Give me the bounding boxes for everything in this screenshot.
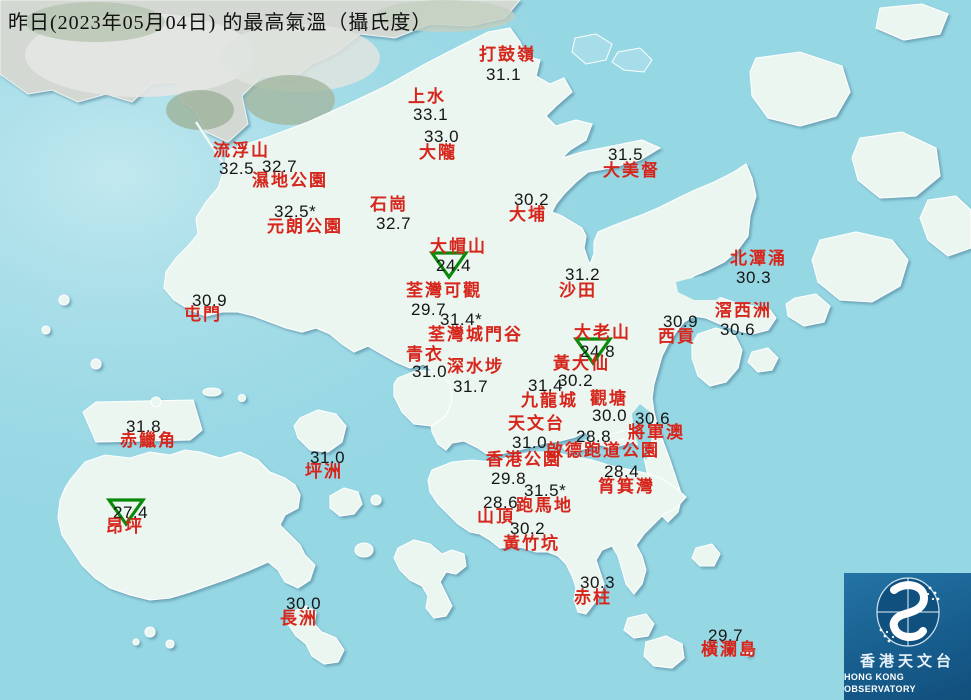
hko-emblem-icon: [875, 577, 940, 647]
station-name-label: 荃灣可觀: [406, 281, 482, 300]
station-value-label: 33.1: [413, 105, 449, 124]
station-name-label: 打鼓嶺: [479, 45, 536, 64]
station-name-label: 大老山: [574, 323, 631, 342]
station-name-label: 北潭涌: [730, 249, 787, 268]
station-value-label: 31.1: [486, 65, 522, 84]
station-value-label: 32.5: [219, 159, 255, 178]
station-name-label: 西貢: [658, 327, 696, 346]
station-value-label: 30.3: [736, 268, 772, 287]
station-name-label: 九龍城: [521, 391, 578, 410]
station-name-label: 香港公園: [486, 450, 562, 469]
station-value-label: 30.2: [558, 371, 594, 390]
station-name-label: 長洲: [280, 609, 318, 628]
station-name-label: 元朗公園: [267, 217, 343, 236]
station-name-label: 將軍澳: [628, 423, 685, 442]
station-name-label: 荃灣城門谷: [428, 325, 523, 344]
station-name-label: 大帽山: [430, 237, 487, 256]
station-name-label: 大美督: [603, 161, 660, 180]
station-value-label: 31.7: [453, 377, 489, 396]
station-value-label: 32.7: [376, 214, 412, 233]
station-name-label: 屯門: [184, 305, 222, 324]
station-name-label: 赤鱲角: [120, 431, 177, 450]
station-name-label: 橫瀾島: [701, 640, 758, 659]
station-name-label: 青衣: [406, 345, 444, 364]
station-name-label: 大隴: [419, 143, 457, 162]
station-name-label: 石崗: [370, 195, 408, 214]
station-name-label: 滘西洲: [715, 301, 772, 320]
station-name-label: 赤柱: [574, 588, 612, 607]
station-name-label: 深水埗: [447, 357, 504, 376]
station-name-label: 上水: [408, 87, 446, 106]
station-name-label: 天文台: [508, 414, 565, 433]
station-name-label: 黃大仙: [553, 354, 610, 373]
weather-map: 昨日(2023年05月04日) 的最高氣溫（攝氏度） 打鼓嶺 31.1 上水 33.1…: [0, 0, 971, 700]
hko-name-english: HONG KONG OBSERVATORY: [844, 672, 916, 694]
station-value-label: 31.0: [412, 362, 448, 381]
station-name-label: 沙田: [559, 281, 597, 300]
station-name-label: 昂坪: [106, 517, 144, 536]
station-labels-layer: 打鼓嶺 31.1 上水 33.1 33.0 大隴 31.5 大美督 流浮山 32.5 32.7 濕地公…: [0, 0, 971, 700]
station-name-label: 觀塘: [590, 389, 628, 408]
station-name-label: 筲箕灣: [598, 477, 655, 496]
station-name-label: 黃竹坑: [503, 534, 560, 553]
station-name-label: 啟德跑道公園: [546, 441, 660, 460]
station-name-label: 大埔: [509, 205, 547, 224]
hko-logo: 香港天文台 HONG KONG OBSERVATORY: [844, 573, 971, 700]
station-name-label: 坪洲: [305, 462, 343, 481]
station-name-label: 濕地公園: [252, 171, 328, 190]
station-value-label: 30.6: [720, 320, 756, 339]
station-value-label: 30.0: [592, 406, 628, 425]
station-value-label: 31.0: [512, 433, 548, 452]
station-value-label: 24.4: [436, 256, 472, 275]
hko-name-chinese: 香港天文台: [859, 654, 955, 670]
station-value-label: 29.8: [491, 469, 527, 488]
station-name-label: 跑馬地: [516, 496, 573, 515]
